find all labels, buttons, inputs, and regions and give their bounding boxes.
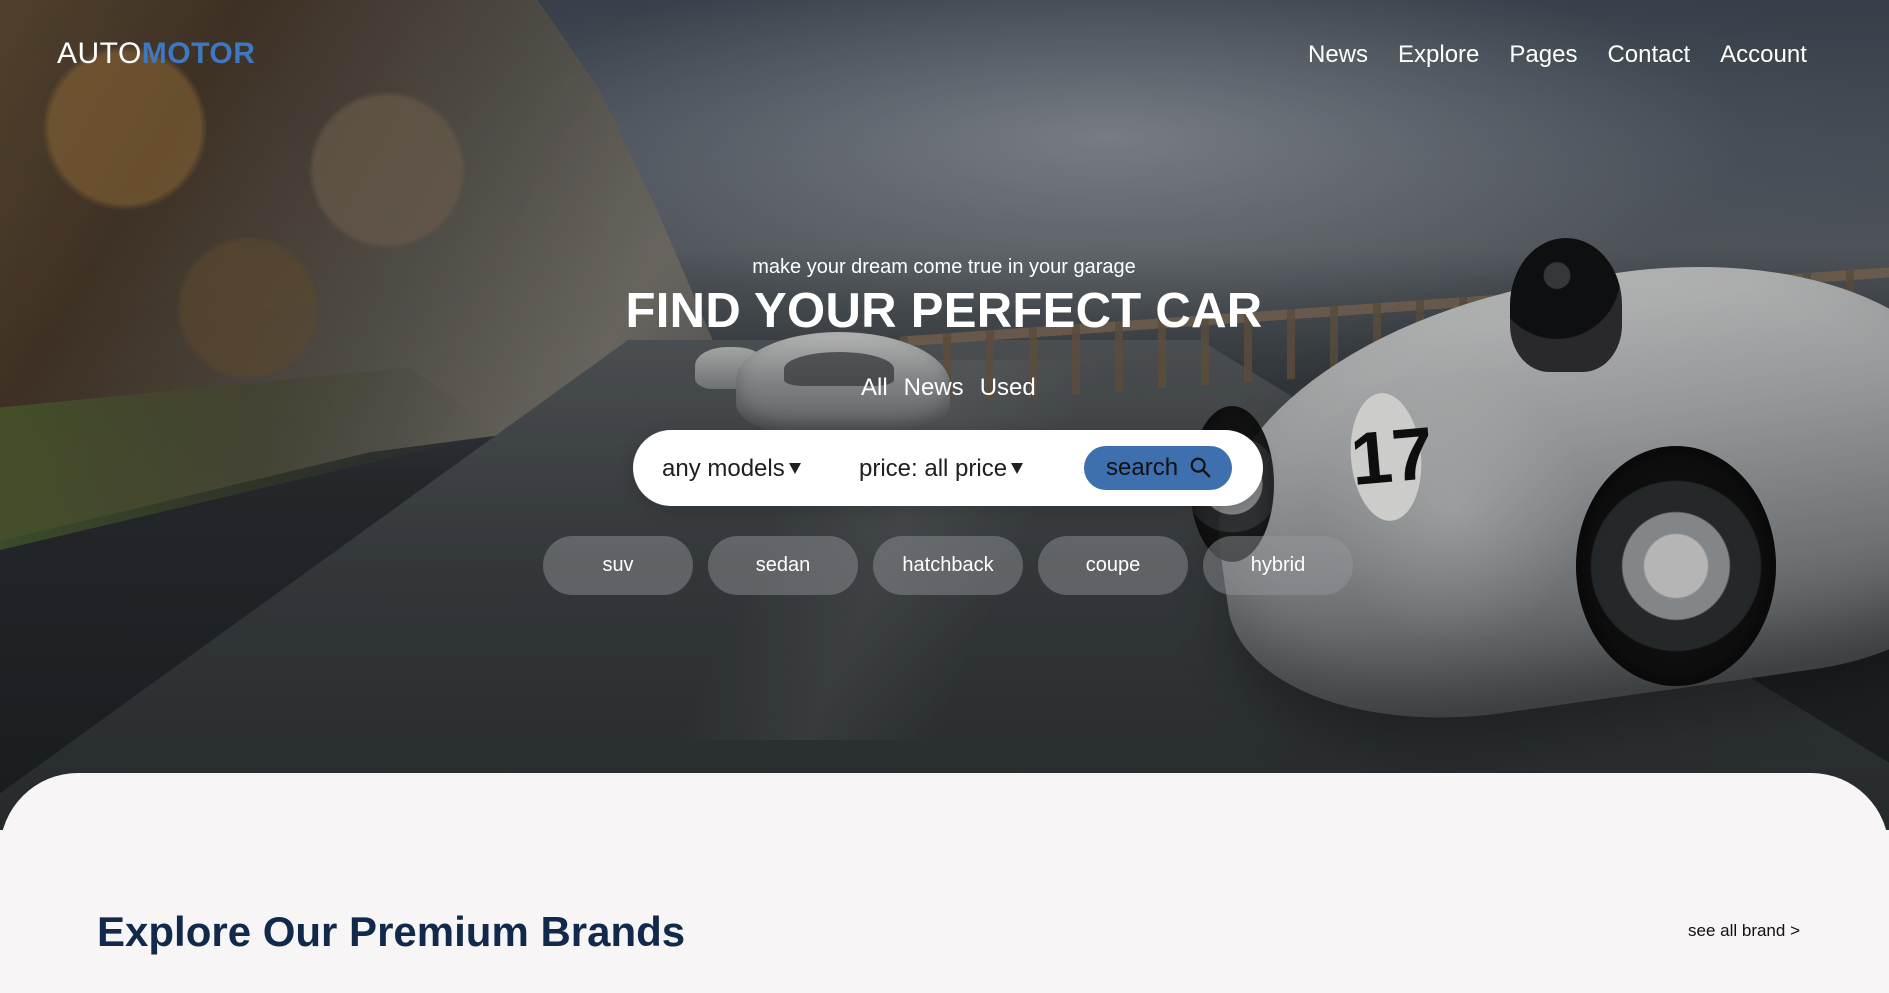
hero-tagline: make your dream come true in your garage (752, 256, 1136, 278)
category-chip-hybrid[interactable]: hybrid (1203, 536, 1353, 595)
nav-explore[interactable]: Explore (1398, 39, 1479, 71)
category-chip-suv[interactable]: suv (543, 536, 693, 595)
premium-brands-section: Explore Our Premium Brands see all brand… (0, 773, 1889, 993)
category-chip-sedan[interactable]: sedan (708, 536, 858, 595)
nav-contact[interactable]: Contact (1607, 39, 1690, 71)
logo-auto-text: AUTO (57, 37, 142, 70)
price-select[interactable]: price: all price (859, 453, 1039, 485)
hero-title: FIND YOUR PERFECT CAR (625, 284, 1263, 338)
search-button[interactable]: search (1084, 446, 1232, 490)
chevron-down-icon (1011, 463, 1024, 474)
main-nav: News Explore Pages Contact Account (1308, 39, 1807, 71)
logo-motor-text: MOTOR (141, 37, 256, 70)
vehicle-category-chips: suv sedan hatchback coupe hybrid (543, 536, 1353, 595)
category-chip-coupe[interactable]: coupe (1038, 536, 1188, 595)
hero-dark-overlay (0, 0, 1889, 830)
nav-news[interactable]: News (1308, 39, 1368, 71)
filter-tab-all[interactable]: All (861, 373, 888, 403)
hero-copy: make your dream come true in your garage… (594, 256, 1294, 341)
search-icon (1190, 457, 1211, 478)
nav-pages[interactable]: Pages (1509, 39, 1577, 71)
nav-account[interactable]: Account (1720, 39, 1807, 71)
filter-tab-news[interactable]: News (904, 373, 964, 403)
listing-filter-tabs: All News Used (861, 373, 1036, 403)
see-all-brands-link[interactable]: see all brand > (1688, 920, 1800, 942)
car-search-panel: any models price: all price search (633, 430, 1263, 506)
chevron-down-icon (788, 463, 801, 474)
model-select-value: any models (662, 455, 785, 482)
filter-tab-used[interactable]: Used (980, 373, 1036, 403)
price-select-value: price: all price (859, 455, 1008, 482)
premium-brands-title: Explore Our Premium Brands (97, 908, 686, 955)
site-logo[interactable]: AUTOMOTOR (57, 37, 255, 71)
search-button-label: search (1106, 454, 1179, 481)
hero-section: 17 AUTOMOTOR News Explore Pages Contact … (0, 0, 1889, 830)
model-select[interactable]: any models (662, 453, 812, 485)
top-navigation: AUTOMOTOR News Explore Pages Contact Acc… (0, 0, 1889, 105)
category-chip-hatchback[interactable]: hatchback (873, 536, 1023, 595)
